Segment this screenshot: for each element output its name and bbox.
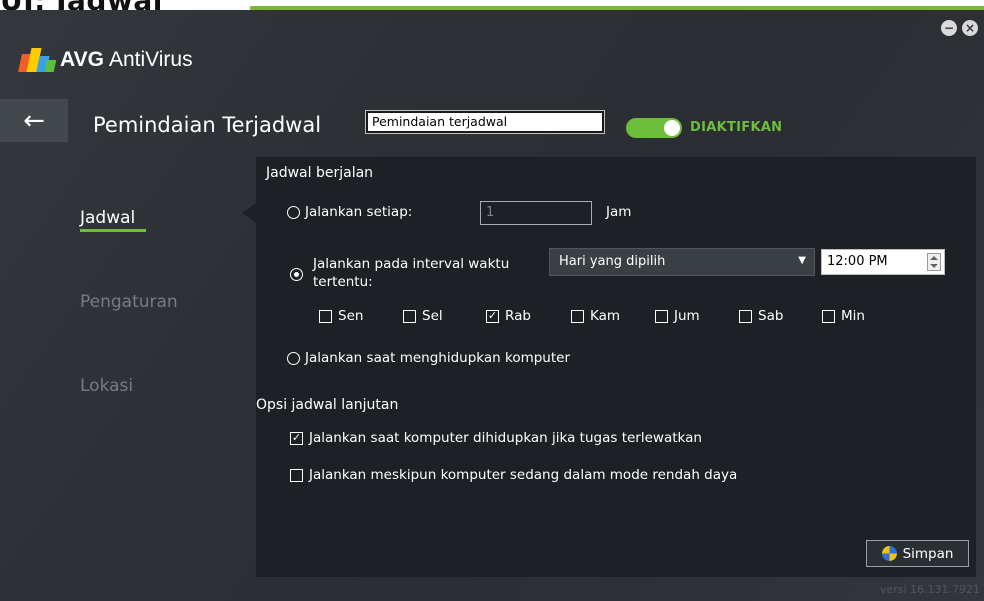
panel-pointer [242,203,256,223]
run-every-radio[interactable] [287,206,300,219]
time-spinner[interactable] [927,253,941,271]
run-every-label: Jalankan setiap: [305,204,413,220]
interval-dropdown-value: Hari yang dipilih [559,254,666,269]
run-every-unit: Jam [606,204,632,220]
minimize-icon[interactable]: − [941,20,957,36]
app-logo: AVG AntiVirus [18,48,193,72]
day-label-jum: Jum [674,308,700,324]
toggle-status-label: DIAKTIFKAN [690,120,783,135]
run-interval-label-cont: tertentu: [313,274,373,290]
save-button[interactable]: Simpan [866,540,969,567]
day-checkbox-kam[interactable] [571,310,584,323]
page-title: Pemindaian Terjadwal [93,113,322,137]
day-checkbox-sab[interactable] [739,310,752,323]
time-value: 12:00 PM [827,254,888,269]
nav-item-lokasi[interactable]: Lokasi [80,376,133,396]
version-label: versi 16.131.7921 [879,583,980,596]
toggle-knob [664,120,680,136]
enable-toggle[interactable] [626,118,682,138]
nav-item-jadwal[interactable]: Jadwal [80,208,135,228]
avg-logo-icon [18,48,57,72]
dropdown-caret-icon: ▼ [798,255,806,266]
day-label-sel: Sel [422,308,443,324]
day-label-sen: Sen [338,308,364,324]
missed-task-checkbox[interactable]: ✓ [290,432,303,445]
missed-task-label: Jalankan saat komputer dihidupkan jika t… [309,430,702,446]
schedule-section-title: Jadwal berjalan [266,165,374,181]
run-startup-label: Jalankan saat menghidupkan komputer [305,350,571,366]
save-label: Simpan [902,545,954,562]
day-checkbox-jum[interactable] [655,310,668,323]
brand-name: AVG [60,48,104,71]
product-name: AntiVirus [108,48,193,71]
shield-icon [881,546,897,561]
back-button[interactable]: ← [0,99,68,142]
nav-active-indicator [80,229,146,232]
low-power-checkbox[interactable] [290,469,303,482]
nav-item-pengaturan[interactable]: Pengaturan [80,292,178,312]
run-every-hours-input[interactable]: 1 [480,201,592,225]
day-checkbox-sen[interactable] [319,310,332,323]
run-interval-radio[interactable] [290,268,303,281]
low-power-label: Jalankan meskipun komputer sedang dalam … [309,467,738,483]
close-icon[interactable]: × [962,20,978,36]
day-label-rab: Rab [505,308,531,324]
interval-dropdown[interactable]: Hari yang dipilih ▼ [549,248,815,276]
back-arrow-icon: ← [23,105,45,136]
advanced-section-title: Opsi jadwal lanjutan [256,397,399,413]
run-interval-label: Jalankan pada interval waktu [313,256,510,272]
day-label-kam: Kam [590,308,621,324]
day-checkbox-min[interactable] [822,310,835,323]
day-label-sab: Sab [758,308,784,324]
day-checkbox-rab[interactable]: ✓ [486,310,499,323]
day-checkbox-sel[interactable] [403,310,416,323]
day-label-min: Min [841,308,865,324]
scan-name-input[interactable]: Pemindaian terjadwal [365,110,605,134]
settings-panel: Jadwal berjalan Jalankan setiap: 1 Jam J… [256,157,976,577]
app-window: − × AVG AntiVirus ← Pemindaian Terjadwal… [0,10,984,601]
time-input[interactable]: 12:00 PM [821,249,945,275]
run-startup-radio[interactable] [287,352,300,365]
